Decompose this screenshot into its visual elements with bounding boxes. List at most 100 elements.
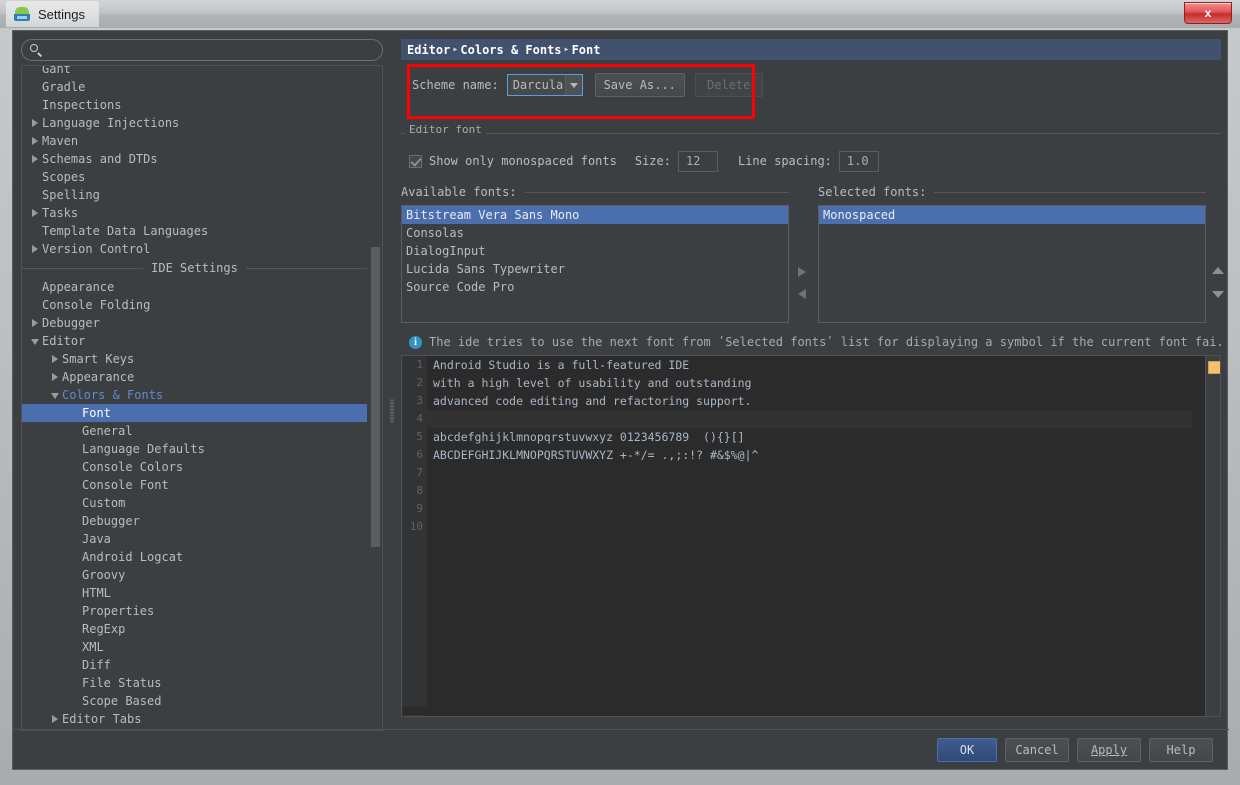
available-font-item[interactable]: Lucida Sans Typewriter [402,260,788,278]
sidebar-item-font[interactable]: Font [22,404,367,422]
tree-expander[interactable] [48,350,62,368]
chevron-right-icon[interactable] [32,155,38,163]
chevron-right-icon[interactable] [52,355,58,363]
sidebar-item-version-control[interactable]: Version Control [22,240,367,258]
tree-expander[interactable] [28,132,42,150]
chevron-down-icon[interactable] [31,339,39,345]
sidebar-item-language-injections[interactable]: Language Injections [22,114,367,132]
sidebar-item-debugger[interactable]: Debugger [22,512,367,530]
sidebar-item-gradle[interactable]: Gradle [22,78,367,96]
chevron-right-icon[interactable] [32,119,38,127]
sidebar-item-regexp[interactable]: RegExp [22,620,367,638]
save-as-button[interactable]: Save As... [594,73,685,97]
chevron-right-icon[interactable] [32,319,38,327]
tree-expander[interactable] [28,332,42,350]
settings-tree[interactable]: Gant Gradle Inspections Language Injections… [21,65,383,731]
chevron-right-icon[interactable] [32,137,38,145]
sidebar-item-console-colors[interactable]: Console Colors [22,458,367,476]
sidebar-item-file-status[interactable]: File Status [22,674,367,692]
breadcrumb-part-editor[interactable]: Editor [407,43,450,57]
tree-expander[interactable] [28,204,42,222]
sidebar-item-scope-based[interactable]: Scope Based [22,692,367,710]
cancel-button[interactable]: Cancel [1005,738,1069,762]
tree-expander[interactable] [28,150,42,168]
sidebar-item-custom[interactable]: Custom [22,494,367,512]
sidebar-item-tasks[interactable]: Tasks [22,204,367,222]
tree-expander[interactable] [48,386,62,404]
splitter-grip[interactable] [390,399,394,423]
chevron-down-icon[interactable] [564,75,582,95]
sidebar-item-debugger[interactable]: Debugger [22,314,367,332]
available-fonts-list[interactable]: Bitstream Vera Sans Mono Consolas DialogIn… [401,205,789,323]
sidebar-item-schemas-and-dtds[interactable]: Schemas and DTDs [22,150,367,168]
search-box[interactable] [21,39,383,61]
breadcrumb-part-colors-fonts[interactable]: Colors & Fonts [460,43,561,57]
ok-button[interactable]: OK [937,738,997,762]
line-spacing-input[interactable]: 1.0 [838,150,879,172]
apply-button[interactable]: Apply [1077,738,1141,762]
sidebar-item-java[interactable]: Java [22,530,367,548]
sidebar-item-general[interactable]: General [22,422,367,440]
close-icon[interactable]: x [1184,2,1232,24]
sidebar-item-xml[interactable]: XML [22,638,367,656]
help-button[interactable]: Help [1149,738,1213,762]
sidebar-item-editor-tabs[interactable]: Editor Tabs [22,710,367,728]
sidebar-item-maven[interactable]: Maven [22,132,367,150]
tree-expander[interactable] [28,114,42,132]
pane-splitter[interactable] [387,39,397,731]
sidebar-item-console-font[interactable]: Console Font [22,476,367,494]
sidebar-item-console-folding[interactable]: Console Folding [22,296,367,314]
sidebar-item-scopes[interactable]: Scopes [22,168,367,186]
selected-fonts-list[interactable]: Monospaced [818,205,1206,323]
triangle-down-icon[interactable] [1212,291,1224,298]
sidebar-item-label: Spelling [42,188,100,202]
preview-line: ABCDEFGHIJKLMNOPQRSTUVWXYZ +-*/= .,;:!? … [433,448,759,462]
preview-code[interactable]: Android Studio is a full-featured IDE wit… [427,356,1192,716]
sidebar-item-colors-fonts[interactable]: Colors & Fonts [22,386,367,404]
line-number: 8 [416,484,423,497]
sidebar-item-smart-keys[interactable]: Smart Keys [22,350,367,368]
breadcrumb-part-font[interactable]: Font [572,43,601,57]
sidebar-item-appearance[interactable]: Appearance [22,278,367,296]
chevron-right-icon[interactable] [52,373,58,381]
tree-expander[interactable] [48,368,62,386]
marker-gutter[interactable] [1205,356,1220,716]
sidebar-item-template-data-languages[interactable]: Template Data Languages [22,222,367,240]
sidebar-item-diff[interactable]: Diff [22,656,367,674]
available-font-item[interactable]: Consolas [402,224,788,242]
tree-scrollbar[interactable] [370,67,381,730]
sidebar-item-appearance[interactable]: Appearance [22,368,367,386]
scheme-name-dropdown[interactable]: Darcula [506,74,583,96]
sidebar-item-spelling[interactable]: Spelling [22,186,367,204]
chevron-down-icon[interactable] [51,393,59,399]
show-monospaced-checkbox[interactable] [409,154,422,168]
preview-horizontal-scrollbar[interactable] [403,707,1193,715]
sidebar-item-gant[interactable]: Gant [22,66,367,78]
triangle-up-icon[interactable] [1212,267,1224,274]
sidebar-item-label: Appearance [62,370,135,384]
chevron-right-icon[interactable] [32,209,38,217]
tree-scrollbar-thumb[interactable] [371,247,380,547]
sidebar-item-html[interactable]: HTML [22,584,367,602]
warning-marker-icon[interactable] [1208,361,1220,374]
search-input[interactable] [49,42,382,58]
sidebar-item-language-defaults[interactable]: Language Defaults [22,440,367,458]
font-preview-editor[interactable]: 1 2 3 4 5 6 7 8 9 10 Android Studio is a full-fea… [401,355,1221,717]
size-input[interactable]: 12 [677,150,718,172]
available-font-item[interactable]: Source Code Pro [402,278,788,296]
sidebar-item-inspections[interactable]: Inspections [22,96,367,114]
sidebar-item-groovy[interactable]: Groovy [22,566,367,584]
available-font-item[interactable]: DialogInput [402,242,788,260]
chevron-right-icon[interactable] [32,245,38,253]
tree-expander[interactable] [28,314,42,332]
triangle-right-icon[interactable] [798,267,806,277]
sidebar-item-android-logcat[interactable]: Android Logcat [22,548,367,566]
chevron-right-icon[interactable] [52,715,58,723]
sidebar-item-properties[interactable]: Properties [22,602,367,620]
tree-expander[interactable] [28,240,42,258]
sidebar-item-editor[interactable]: Editor [22,332,367,350]
available-font-item[interactable]: Bitstream Vera Sans Mono [402,206,788,224]
triangle-left-icon[interactable] [798,289,806,299]
selected-font-item[interactable]: Monospaced [819,206,1205,224]
tree-expander[interactable] [48,710,62,728]
